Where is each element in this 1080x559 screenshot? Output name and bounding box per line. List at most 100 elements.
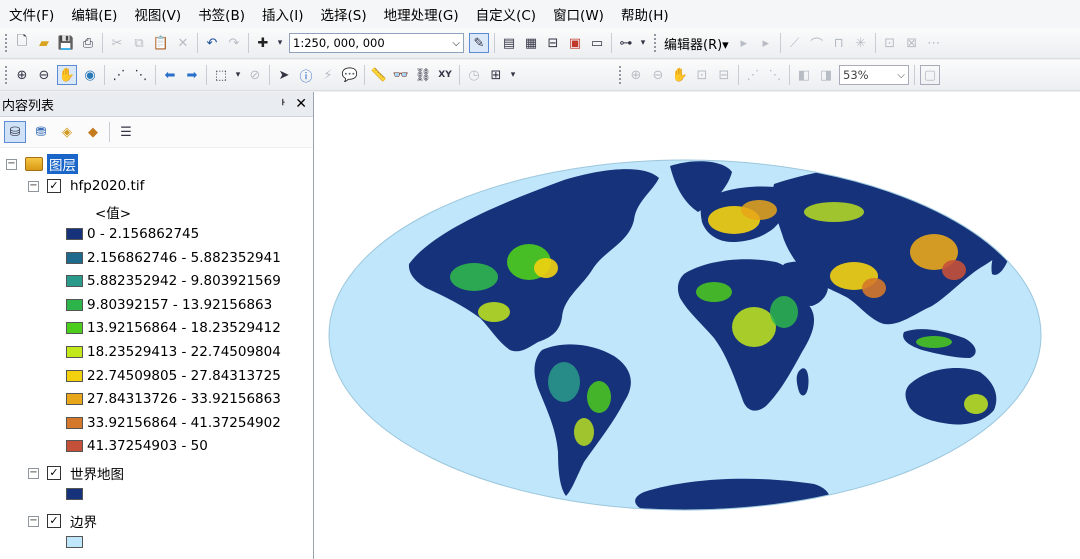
- catalog-icon[interactable]: ▦: [522, 34, 540, 52]
- class-color-swatch[interactable]: [66, 369, 83, 382]
- forward-arrow-icon[interactable]: ➡: [183, 66, 201, 84]
- toolbar-grip[interactable]: [4, 33, 8, 53]
- class-color-swatch[interactable]: [66, 346, 83, 358]
- table-of-contents-icon[interactable]: ▤: [500, 34, 518, 52]
- arctoolbox-icon[interactable]: ▣: [566, 34, 584, 52]
- menu-item[interactable]: 自定义(C): [467, 4, 544, 24]
- menu-item[interactable]: 书签(B): [189, 4, 253, 24]
- zoom-in-icon[interactable]: ⊕: [13, 66, 31, 84]
- redo-icon[interactable]: ↷: [225, 34, 243, 52]
- hyperlink-icon[interactable]: ⚡: [319, 66, 337, 84]
- close-icon[interactable]: ✕: [295, 96, 307, 112]
- open-folder-icon[interactable]: ▰: [35, 34, 53, 52]
- cut-icon[interactable]: ✂: [108, 34, 126, 52]
- layer-visibility-checkbox[interactable]: ✓: [47, 514, 61, 528]
- list-by-source-icon[interactable]: ⛃: [30, 121, 52, 143]
- measure-icon[interactable]: 📏: [370, 66, 388, 84]
- toolbar-overflow-icon[interactable]: ▾: [639, 34, 647, 52]
- model-builder-icon[interactable]: ⊶: [617, 34, 635, 52]
- menu-item[interactable]: 插入(I): [253, 4, 312, 24]
- menu-item[interactable]: 窗口(W): [544, 4, 612, 24]
- paste-icon[interactable]: 📋: [152, 34, 170, 52]
- class-color-swatch[interactable]: [66, 228, 83, 240]
- collapse-icon[interactable]: −: [6, 158, 17, 170]
- reshape-icon[interactable]: ⊠: [903, 34, 921, 52]
- new-document-icon[interactable]: 🗋: [13, 34, 31, 52]
- trace-icon[interactable]: ⊓: [830, 34, 848, 52]
- toolbar-grip[interactable]: [618, 65, 622, 85]
- full-extent-icon[interactable]: ◉: [81, 66, 99, 84]
- legend-class-row[interactable]: 27.84313726 - 33.92156863: [66, 391, 281, 407]
- toolbar-overflow-icon[interactable]: ▾: [509, 66, 517, 84]
- collapse-icon[interactable]: −: [28, 515, 39, 527]
- menu-item[interactable]: 地理处理(G): [375, 4, 467, 24]
- menu-item[interactable]: 文件(F): [0, 4, 62, 24]
- legend-class-row[interactable]: 41.37254903 - 50: [66, 438, 208, 454]
- symbol-swatch[interactable]: [66, 488, 83, 500]
- menu-item[interactable]: 帮助(H): [612, 4, 677, 24]
- copy-icon[interactable]: ⧉: [130, 34, 148, 52]
- legend-class-row[interactable]: 22.74509805 - 27.84313725: [66, 368, 281, 384]
- clear-selection-icon[interactable]: ⊘: [246, 66, 264, 84]
- add-data-icon[interactable]: ✚: [254, 34, 272, 52]
- toggle-draft-mode-icon[interactable]: ▢: [920, 65, 940, 85]
- fixed-zoom-in-icon[interactable]: ⋰: [110, 66, 128, 84]
- legend-class-row[interactable]: 9.80392157 - 13.92156863: [66, 297, 272, 313]
- class-color-swatch[interactable]: [66, 298, 83, 311]
- find-route-icon[interactable]: ⛓: [414, 66, 432, 84]
- tree-row-symbol[interactable]: [66, 488, 87, 500]
- tree-row-symbol[interactable]: [66, 536, 87, 548]
- layout-zoom-in-icon[interactable]: ⊕: [627, 66, 645, 84]
- options-icon[interactable]: ☰: [115, 121, 137, 143]
- previous-extent-icon[interactable]: ◧: [795, 66, 813, 84]
- select-dropdown-icon[interactable]: ▾: [234, 66, 242, 84]
- edit-vertices-icon[interactable]: ⊡: [881, 34, 899, 52]
- go-to-xy-icon[interactable]: XY: [436, 66, 454, 84]
- identify-icon[interactable]: ⓘ: [297, 66, 315, 85]
- arc-segment-icon[interactable]: ⌒: [808, 34, 826, 53]
- class-color-swatch[interactable]: [66, 440, 83, 453]
- layer-visibility-checkbox[interactable]: ✓: [47, 179, 61, 193]
- find-icon[interactable]: 👓: [392, 66, 410, 84]
- edit-tool-icon[interactable]: ▸: [735, 34, 753, 52]
- menu-item[interactable]: 选择(S): [311, 4, 374, 24]
- list-by-drawing-order-icon[interactable]: ⛁: [4, 121, 26, 143]
- search-window-icon[interactable]: ⊟: [544, 34, 562, 52]
- layout-zoom-out-icon[interactable]: ⊖: [649, 66, 667, 84]
- class-color-swatch[interactable]: [66, 322, 83, 335]
- undo-icon[interactable]: ↶: [203, 34, 221, 52]
- fixed-zoom-out-icon[interactable]: ⋱: [132, 66, 150, 84]
- editor-toolbar-icon[interactable]: ✎: [469, 33, 489, 53]
- pan-hand-icon[interactable]: ✋: [57, 65, 77, 85]
- select-features-icon[interactable]: ⬚: [212, 66, 230, 84]
- map-scale-combobox[interactable]: 1:250, 000, 000 ⌵: [289, 33, 464, 53]
- toolbar-grip[interactable]: [4, 65, 8, 85]
- save-icon[interactable]: 💾: [57, 34, 75, 52]
- next-extent-icon[interactable]: ◨: [817, 66, 835, 84]
- class-color-swatch[interactable]: [66, 416, 83, 429]
- zoom-level-combobox[interactable]: 53% ⌵: [839, 65, 909, 85]
- zoom-out-icon[interactable]: ⊖: [35, 66, 53, 84]
- map-display[interactable]: [314, 92, 1080, 559]
- collapse-icon[interactable]: −: [28, 467, 39, 479]
- print-icon[interactable]: ⎙: [79, 34, 97, 52]
- class-color-swatch[interactable]: [66, 393, 83, 406]
- tree-row-root[interactable]: − 图层: [6, 154, 78, 174]
- legend-class-row[interactable]: 5.882352942 - 9.803921569: [66, 273, 281, 289]
- editor-menu[interactable]: 编辑器(R)▾: [664, 34, 729, 53]
- straight-segment-icon[interactable]: ⟋: [786, 34, 804, 52]
- python-window-icon[interactable]: ▭: [588, 34, 606, 52]
- time-slider-icon[interactable]: ◷: [465, 66, 483, 84]
- toolbar-grip[interactable]: [653, 33, 657, 53]
- layout-pan-icon[interactable]: ✋: [671, 66, 689, 84]
- legend-class-row[interactable]: 18.23529413 - 22.74509804: [66, 344, 281, 360]
- symbol-swatch[interactable]: [66, 536, 83, 548]
- delete-icon[interactable]: ✕: [174, 34, 192, 52]
- zoom-whole-page-icon[interactable]: ⊡: [693, 66, 711, 84]
- add-data-dropdown-icon[interactable]: ▾: [276, 34, 284, 52]
- list-by-visibility-icon[interactable]: ◈: [56, 121, 78, 143]
- legend-class-row[interactable]: 2.156862746 - 5.882352941: [66, 250, 281, 266]
- zoom-100-icon[interactable]: ⊟: [715, 66, 733, 84]
- tree-row-layer[interactable]: − ✓ 世界地图: [28, 463, 124, 483]
- select-elements-icon[interactable]: ➤: [275, 66, 293, 84]
